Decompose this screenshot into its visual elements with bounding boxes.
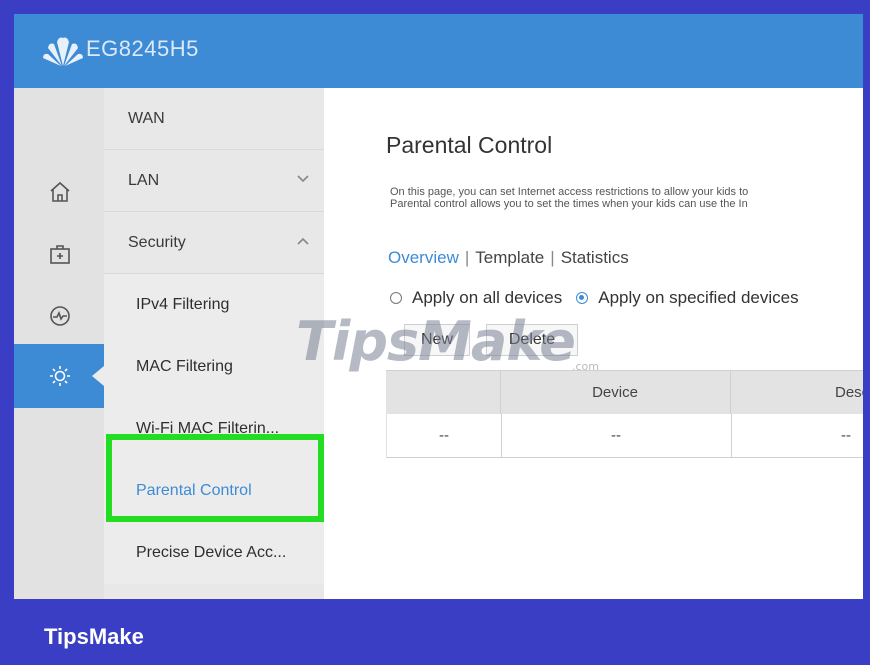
radio-all-devices-label[interactable]: Apply on all devices bbox=[412, 288, 562, 308]
toolbox-icon bbox=[50, 245, 70, 264]
device-name: EG8245H5 bbox=[86, 36, 199, 61]
radio-specified-devices[interactable] bbox=[576, 292, 589, 304]
menu-item-label: WAN bbox=[128, 109, 165, 127]
tab-template[interactable]: Template bbox=[475, 248, 544, 267]
table-cell: -- bbox=[439, 427, 449, 444]
watermark-suffix: .com bbox=[572, 360, 599, 373]
menu-item-label: Security bbox=[128, 233, 186, 251]
column-header-select bbox=[386, 371, 500, 414]
apply-mode-group: Apply on all devices Apply on specified … bbox=[390, 288, 799, 308]
tab-overview[interactable]: Overview bbox=[388, 248, 459, 267]
maintenance-button[interactable] bbox=[14, 222, 104, 286]
radio-all-devices[interactable] bbox=[390, 292, 402, 304]
submenu-item-label: MAC Filtering bbox=[136, 358, 233, 375]
column-header-description: Descript bbox=[834, 384, 863, 401]
settings-icon bbox=[50, 366, 70, 386]
table-cell: -- bbox=[611, 427, 621, 444]
home-icon bbox=[50, 181, 70, 202]
page-title: Parental Control bbox=[386, 132, 553, 158]
settings-button[interactable] bbox=[14, 344, 104, 408]
tab-separator: | bbox=[464, 248, 470, 267]
watermark-logo: TipsMake bbox=[296, 310, 576, 373]
footer-brand: TipsMake bbox=[44, 624, 144, 649]
chevron-down-icon bbox=[297, 175, 309, 183]
menu-item-security[interactable]: Security bbox=[104, 212, 324, 274]
tab-separator: | bbox=[550, 248, 555, 267]
table-cell: -- bbox=[841, 427, 851, 444]
top-bar: EG8245H5 bbox=[14, 14, 863, 88]
chevron-up-icon bbox=[297, 237, 309, 245]
tab-statistics[interactable]: Statistics bbox=[561, 248, 629, 267]
settings-menu: WAN LAN Security IPv4 Filtering MAC Filt… bbox=[104, 88, 324, 599]
router-admin-window: EG8245H5 WAN LAN Security IPv4 Filtering… bbox=[14, 14, 863, 599]
description-line: Parental control allows you to set the t… bbox=[390, 198, 748, 210]
highlight-box bbox=[106, 434, 324, 522]
table-row[interactable]: -- -- -- bbox=[386, 414, 863, 458]
menu-item-wan[interactable]: WAN bbox=[104, 88, 324, 150]
diagnosis-button[interactable] bbox=[14, 284, 104, 348]
radio-specified-devices-label[interactable]: Apply on specified devices bbox=[598, 288, 798, 308]
table-header: Device Descript bbox=[386, 370, 863, 414]
device-table: Device Descript -- -- -- bbox=[386, 370, 863, 458]
submenu-item-ipv4-filtering[interactable]: IPv4 Filtering bbox=[104, 274, 324, 336]
submenu-item-precise-device-access[interactable]: Precise Device Acc... bbox=[104, 522, 324, 584]
column-header-device: Device bbox=[592, 384, 638, 401]
page-description: On this page, you can set Internet acces… bbox=[390, 186, 748, 210]
home-button[interactable] bbox=[14, 160, 104, 224]
icon-sidebar bbox=[14, 88, 104, 599]
submenu-item-mac-filtering[interactable]: MAC Filtering bbox=[104, 336, 324, 398]
description-line: On this page, you can set Internet acces… bbox=[390, 186, 749, 198]
menu-item-label: LAN bbox=[128, 171, 160, 189]
diagnosis-icon bbox=[50, 306, 70, 326]
submenu-item-label: Precise Device Acc... bbox=[136, 544, 287, 561]
huawei-logo-icon bbox=[43, 37, 83, 66]
menu-item-lan[interactable]: LAN bbox=[104, 150, 324, 212]
tab-bar: Overview | Template | Statistics bbox=[388, 248, 629, 268]
submenu-item-label: IPv4 Filtering bbox=[136, 296, 230, 313]
